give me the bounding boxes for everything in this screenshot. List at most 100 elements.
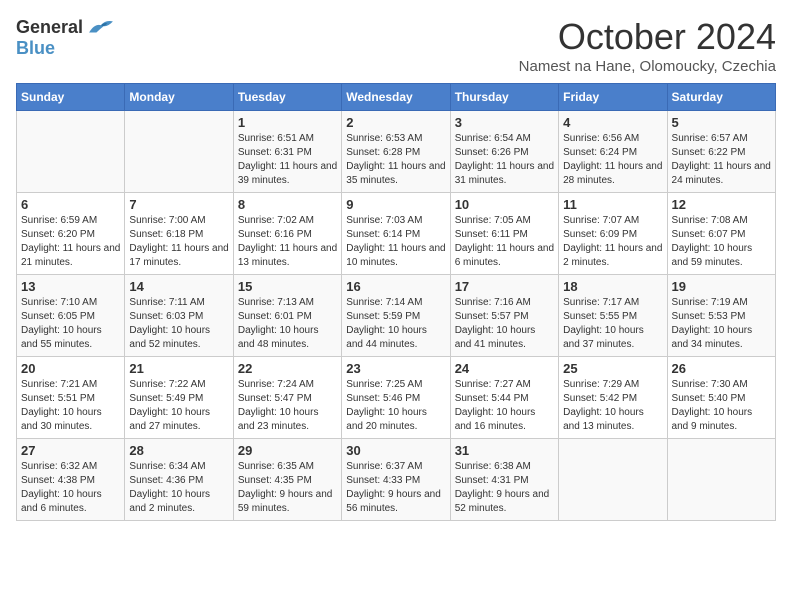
day-number: 7	[129, 197, 228, 212]
day-info: Sunrise: 7:00 AM Sunset: 6:18 PM Dayligh…	[129, 214, 228, 270]
day-number: 31	[455, 443, 554, 458]
day-info: Sunrise: 6:37 AM Sunset: 4:33 PM Dayligh…	[346, 460, 445, 516]
day-info: Sunrise: 7:10 AM Sunset: 6:05 PM Dayligh…	[21, 296, 120, 352]
day-number: 3	[455, 115, 554, 130]
day-number: 4	[563, 115, 662, 130]
day-number: 17	[455, 279, 554, 294]
calendar-body: 1Sunrise: 6:51 AM Sunset: 6:31 PM Daylig…	[17, 111, 776, 521]
day-info: Sunrise: 6:35 AM Sunset: 4:35 PM Dayligh…	[238, 460, 337, 516]
calendar-day-cell: 21 Sunrise: 7:22 AM Sunset: 5:49 PM Dayli…	[125, 357, 233, 439]
day-info: Sunrise: 6:59 AM Sunset: 6:20 PM Dayligh…	[21, 214, 120, 270]
day-info: Sunrise: 7:17 AM Sunset: 5:55 PM Dayligh…	[563, 296, 662, 352]
day-info: Sunrise: 7:11 AM Sunset: 6:03 PM Dayligh…	[129, 296, 228, 352]
day-info: Sunrise: 7:08 AM Sunset: 6:07 PM Dayligh…	[672, 214, 771, 270]
day-info: Sunrise: 7:24 AM Sunset: 5:47 PM Dayligh…	[238, 378, 337, 434]
day-number: 25	[563, 361, 662, 376]
logo-blue-text: Blue	[16, 38, 55, 59]
day-info: Sunrise: 6:34 AM Sunset: 4:36 PM Dayligh…	[129, 460, 228, 516]
day-number: 9	[346, 197, 445, 212]
day-number: 21	[129, 361, 228, 376]
calendar-day-cell: 18 Sunrise: 7:17 AM Sunset: 5:55 PM Dayli…	[559, 275, 667, 357]
day-info: Sunrise: 7:07 AM Sunset: 6:09 PM Dayligh…	[563, 214, 662, 270]
calendar-day-cell: 20Sunrise: 7:21 AM Sunset: 5:51 PM Dayli…	[17, 357, 125, 439]
calendar-day-cell	[17, 111, 125, 193]
day-number: 13	[21, 279, 120, 294]
day-info: Sunrise: 7:25 AM Sunset: 5:46 PM Dayligh…	[346, 378, 445, 434]
day-number: 22	[238, 361, 337, 376]
weekday-header: Monday	[125, 84, 233, 111]
day-number: 1	[238, 115, 337, 130]
logo: General Blue	[16, 16, 115, 59]
location-subtitle: Namest na Hane, Olomoucky, Czechia	[519, 58, 776, 75]
calendar-day-cell: 12 Sunrise: 7:08 AM Sunset: 6:07 PM Dayli…	[667, 193, 775, 275]
calendar-table: SundayMondayTuesdayWednesdayThursdayFrid…	[16, 83, 776, 521]
day-info: Sunrise: 6:54 AM Sunset: 6:26 PM Dayligh…	[455, 132, 554, 188]
calendar-day-cell: 13 Sunrise: 7:10 AM Sunset: 6:05 PM Dayli…	[17, 275, 125, 357]
calendar-day-cell: 4 Sunrise: 6:56 AM Sunset: 6:24 PM Daylig…	[559, 111, 667, 193]
calendar-day-cell	[667, 439, 775, 521]
day-number: 11	[563, 197, 662, 212]
day-number: 12	[672, 197, 771, 212]
day-info: Sunrise: 7:03 AM Sunset: 6:14 PM Dayligh…	[346, 214, 445, 270]
calendar-day-cell: 14Sunrise: 7:11 AM Sunset: 6:03 PM Dayli…	[125, 275, 233, 357]
day-info: Sunrise: 6:57 AM Sunset: 6:22 PM Dayligh…	[672, 132, 771, 188]
calendar-day-cell: 8Sunrise: 7:02 AM Sunset: 6:16 PM Daylig…	[233, 193, 341, 275]
page-header: General Blue October 2024 Namest na Hane…	[16, 16, 776, 75]
calendar-day-cell: 7 Sunrise: 7:00 AM Sunset: 6:18 PM Daylig…	[125, 193, 233, 275]
calendar-week-row: 20Sunrise: 7:21 AM Sunset: 5:51 PM Dayli…	[17, 357, 776, 439]
calendar-day-cell: 3 Sunrise: 6:54 AM Sunset: 6:26 PM Daylig…	[450, 111, 558, 193]
calendar-day-cell: 17 Sunrise: 7:16 AM Sunset: 5:57 PM Dayli…	[450, 275, 558, 357]
calendar-week-row: 13 Sunrise: 7:10 AM Sunset: 6:05 PM Dayli…	[17, 275, 776, 357]
calendar-day-cell: 6Sunrise: 6:59 AM Sunset: 6:20 PM Daylig…	[17, 193, 125, 275]
calendar-day-cell: 26 Sunrise: 7:30 AM Sunset: 5:40 PM Dayli…	[667, 357, 775, 439]
calendar-day-cell: 29 Sunrise: 6:35 AM Sunset: 4:35 PM Dayli…	[233, 439, 341, 521]
calendar-day-cell: 25Sunrise: 7:29 AM Sunset: 5:42 PM Dayli…	[559, 357, 667, 439]
calendar-day-cell	[125, 111, 233, 193]
day-info: Sunrise: 6:32 AM Sunset: 4:38 PM Dayligh…	[21, 460, 120, 516]
weekday-header: Sunday	[17, 84, 125, 111]
weekday-header: Friday	[559, 84, 667, 111]
calendar-week-row: 1Sunrise: 6:51 AM Sunset: 6:31 PM Daylig…	[17, 111, 776, 193]
day-info: Sunrise: 7:13 AM Sunset: 6:01 PM Dayligh…	[238, 296, 337, 352]
month-title: October 2024	[519, 16, 776, 58]
day-info: Sunrise: 7:14 AM Sunset: 5:59 PM Dayligh…	[346, 296, 445, 352]
day-info: Sunrise: 7:27 AM Sunset: 5:44 PM Dayligh…	[455, 378, 554, 434]
day-number: 24	[455, 361, 554, 376]
calendar-day-cell: 16 Sunrise: 7:14 AM Sunset: 5:59 PM Dayli…	[342, 275, 450, 357]
day-number: 5	[672, 115, 771, 130]
day-number: 2	[346, 115, 445, 130]
day-number: 15	[238, 279, 337, 294]
calendar-day-cell: 19Sunrise: 7:19 AM Sunset: 5:53 PM Dayli…	[667, 275, 775, 357]
day-number: 20	[21, 361, 120, 376]
day-info: Sunrise: 7:30 AM Sunset: 5:40 PM Dayligh…	[672, 378, 771, 434]
calendar-day-cell: 11 Sunrise: 7:07 AM Sunset: 6:09 PM Dayli…	[559, 193, 667, 275]
calendar-day-cell: 10 Sunrise: 7:05 AM Sunset: 6:11 PM Dayli…	[450, 193, 558, 275]
day-number: 29	[238, 443, 337, 458]
day-info: Sunrise: 6:53 AM Sunset: 6:28 PM Dayligh…	[346, 132, 445, 188]
day-info: Sunrise: 7:02 AM Sunset: 6:16 PM Dayligh…	[238, 214, 337, 270]
calendar-day-cell: 30Sunrise: 6:37 AM Sunset: 4:33 PM Dayli…	[342, 439, 450, 521]
day-number: 23	[346, 361, 445, 376]
day-number: 10	[455, 197, 554, 212]
day-number: 16	[346, 279, 445, 294]
weekday-header: Wednesday	[342, 84, 450, 111]
calendar-day-cell: 27 Sunrise: 6:32 AM Sunset: 4:38 PM Dayli…	[17, 439, 125, 521]
weekday-header: Saturday	[667, 84, 775, 111]
calendar-week-row: 6Sunrise: 6:59 AM Sunset: 6:20 PM Daylig…	[17, 193, 776, 275]
calendar-day-cell: 22 Sunrise: 7:24 AM Sunset: 5:47 PM Dayli…	[233, 357, 341, 439]
day-info: Sunrise: 7:16 AM Sunset: 5:57 PM Dayligh…	[455, 296, 554, 352]
calendar-week-row: 27 Sunrise: 6:32 AM Sunset: 4:38 PM Dayli…	[17, 439, 776, 521]
day-info: Sunrise: 7:05 AM Sunset: 6:11 PM Dayligh…	[455, 214, 554, 270]
calendar-day-cell: 9 Sunrise: 7:03 AM Sunset: 6:14 PM Daylig…	[342, 193, 450, 275]
weekday-header: Tuesday	[233, 84, 341, 111]
day-info: Sunrise: 7:22 AM Sunset: 5:49 PM Dayligh…	[129, 378, 228, 434]
logo-general-text: General	[16, 17, 83, 38]
day-number: 18	[563, 279, 662, 294]
day-info: Sunrise: 6:56 AM Sunset: 6:24 PM Dayligh…	[563, 132, 662, 188]
title-area: October 2024 Namest na Hane, Olomoucky, …	[519, 16, 776, 75]
day-number: 27	[21, 443, 120, 458]
calendar-day-cell: 15 Sunrise: 7:13 AM Sunset: 6:01 PM Dayli…	[233, 275, 341, 357]
day-info: Sunrise: 6:38 AM Sunset: 4:31 PM Dayligh…	[455, 460, 554, 516]
calendar-day-cell: 5 Sunrise: 6:57 AM Sunset: 6:22 PM Daylig…	[667, 111, 775, 193]
day-number: 26	[672, 361, 771, 376]
